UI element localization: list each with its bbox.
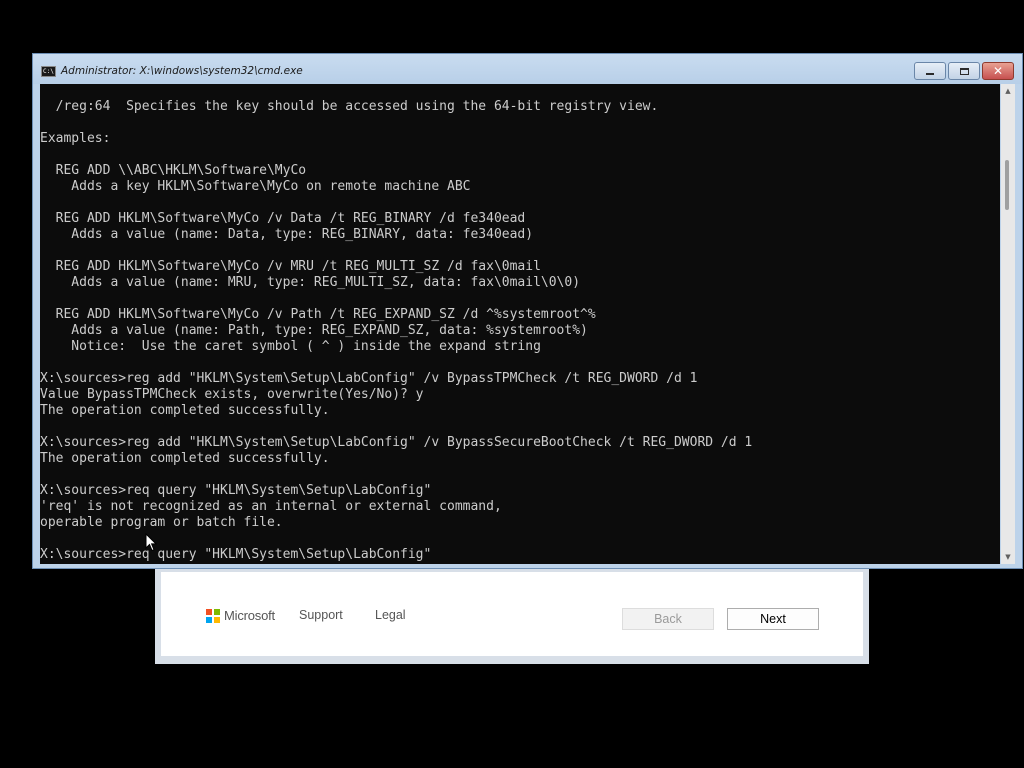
desktop-screen: Microsoft Support Legal Back Next C:\ Ad…: [0, 0, 1024, 768]
microsoft-logo-text: Microsoft: [224, 608, 275, 623]
cmd-icon[interactable]: C:\: [41, 66, 56, 77]
minimize-button[interactable]: [914, 62, 946, 80]
console-output[interactable]: /reg:64 Specifies the key should be acce…: [40, 84, 1000, 564]
console-line: operable program or batch file.: [40, 515, 283, 530]
console-line: X:\sources>req query "HKLM\System\Setup\…: [40, 483, 432, 498]
logo-square-blue: [206, 616, 212, 623]
console-line: REG ADD \\ABC\HKLM\Software\MyCo: [40, 163, 307, 178]
windows-setup-window: Microsoft Support Legal Back Next: [155, 560, 869, 664]
console-line: Adds a value (name: Data, type: REG_BINA…: [40, 227, 534, 242]
console-line: Examples:: [40, 131, 111, 146]
console-line: The operation completed successfully.: [40, 451, 330, 466]
console-line: REG ADD HKLM\Software\MyCo /v Data /t RE…: [40, 211, 526, 226]
console-line: Value BypassTPMCheck exists, overwrite(Y…: [40, 387, 424, 402]
logo-square-green: [214, 608, 220, 615]
console-line: REG ADD HKLM\Software\MyCo /v Path /t RE…: [40, 307, 596, 322]
legal-link[interactable]: Legal: [375, 608, 406, 622]
setup-footer-panel: Microsoft Support Legal Back Next: [161, 572, 863, 656]
console-line: X:\sources>reg add "HKLM\System\Setup\La…: [40, 371, 698, 386]
vertical-scrollbar[interactable]: ▲ ▼: [1001, 84, 1015, 564]
console-line: /reg:64 Specifies the key should be acce…: [40, 99, 659, 114]
support-link[interactable]: Support: [299, 608, 343, 622]
window-title: Administrator: X:\windows\system32\cmd.e…: [61, 65, 303, 77]
next-button[interactable]: Next: [727, 608, 819, 630]
console-line: Notice: Use the caret symbol ( ^ ) insid…: [40, 339, 541, 354]
minimize-icon: [926, 73, 934, 75]
console-line: Adds a key HKLM\Software\MyCo on remote …: [40, 179, 471, 194]
title-bar[interactable]: C:\ Administrator: X:\windows\system32\c…: [33, 54, 1022, 84]
logo-square-yellow: [214, 616, 220, 623]
close-icon: ✕: [992, 64, 1004, 78]
maximize-button[interactable]: [948, 62, 980, 80]
console-line: X:\sources>req query "HKLM\System\Setup\…: [40, 547, 432, 562]
console-line: REG ADD HKLM\Software\MyCo /v MRU /t REG…: [40, 259, 541, 274]
close-button[interactable]: ✕: [982, 62, 1014, 80]
logo-square-red: [206, 608, 212, 615]
console-line: 'req' is not recognized as an internal o…: [40, 499, 502, 514]
console-text: /reg:64 Specifies the key should be acce…: [40, 99, 752, 563]
scrollbar-thumb[interactable]: [1005, 160, 1009, 210]
console-line: Adds a value (name: Path, type: REG_EXPA…: [40, 323, 588, 338]
console-line: Adds a value (name: MRU, type: REG_MULTI…: [40, 275, 581, 290]
scroll-down-icon[interactable]: ▼: [1001, 550, 1015, 564]
scroll-up-icon[interactable]: ▲: [1001, 84, 1015, 98]
microsoft-logo: Microsoft: [206, 608, 275, 623]
back-button[interactable]: Back: [622, 608, 714, 630]
console-line: X:\sources>reg add "HKLM\System\Setup\La…: [40, 435, 753, 450]
maximize-icon: [959, 67, 969, 75]
microsoft-logo-icon: [206, 608, 220, 623]
console-line: The operation completed successfully.: [40, 403, 330, 418]
command-prompt-window: C:\ Administrator: X:\windows\system32\c…: [32, 53, 1023, 569]
